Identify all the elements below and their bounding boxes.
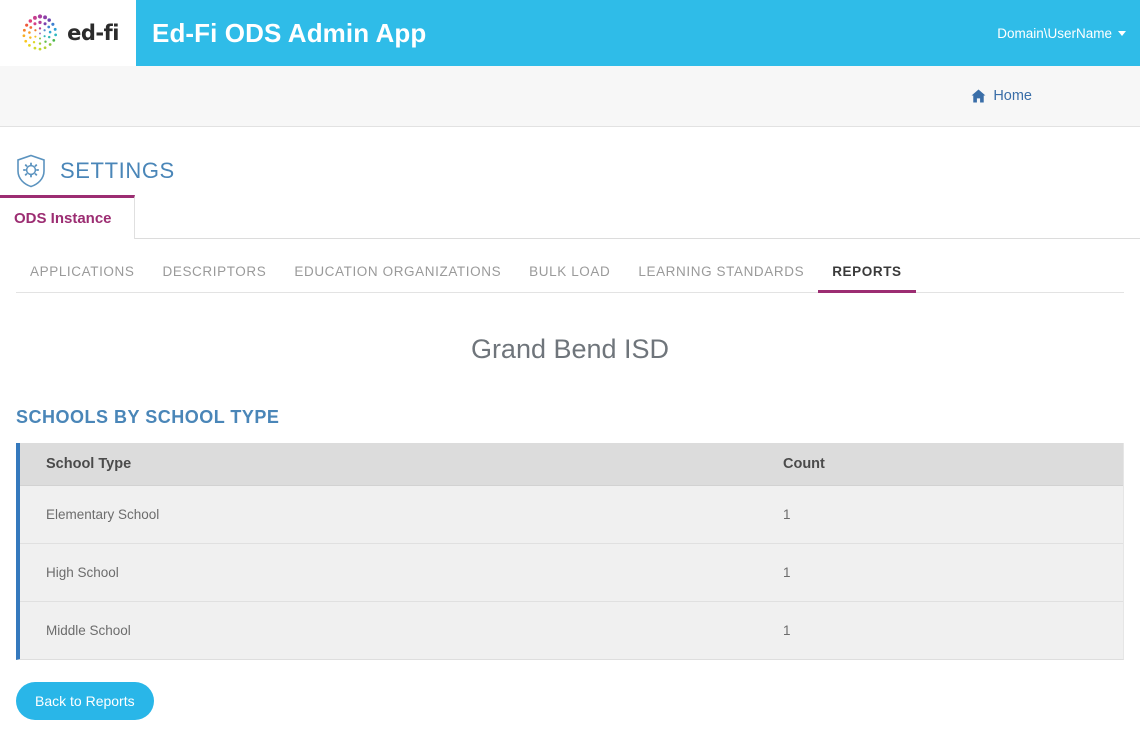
report-title: Grand Bend ISD: [470, 334, 670, 364]
report-section-title: SCHOOLS BY SCHOOL TYPE: [16, 407, 280, 427]
primary-tab-bar: ODS Instance: [0, 193, 1140, 239]
cell-school-type: Middle School: [20, 601, 773, 659]
table-header-row: School Type Count: [20, 443, 1123, 486]
tab-applications[interactable]: APPLICATIONS: [16, 264, 148, 293]
back-to-reports-button[interactable]: Back to Reports: [16, 682, 154, 720]
breadcrumb-home-link[interactable]: Home: [971, 88, 1032, 104]
shield-gear-icon: [17, 154, 45, 188]
chevron-down-icon: [1118, 31, 1126, 36]
schools-by-type-table: School Type Count Elementary School 1 Hi…: [20, 443, 1123, 659]
ed-fi-logo-icon: [22, 14, 58, 51]
tab-bulk-load[interactable]: BULK LOAD: [515, 264, 624, 293]
page-title: SETTINGS: [60, 158, 175, 183]
app-title: Ed-Fi ODS Admin App: [152, 17, 427, 48]
column-header-count: Count: [773, 443, 1123, 486]
app-header: ed-fi Ed-Fi ODS Admin App Domain\UserNam…: [0, 0, 1140, 66]
logo-wordmark: ed-fi: [67, 21, 119, 45]
tab-descriptors[interactable]: DESCRIPTORS: [148, 264, 280, 293]
report-actions: Back to Reports: [16, 682, 1140, 720]
cell-school-type: High School: [20, 543, 773, 602]
tab-ods-instance[interactable]: ODS Instance: [0, 195, 135, 239]
breadcrumb-bar: Home: [0, 66, 1140, 127]
tab-education-organizations[interactable]: EDUCATION ORGANIZATIONS: [280, 264, 515, 293]
table-row: Elementary School 1: [20, 485, 1123, 544]
cell-count: 1: [773, 543, 1123, 602]
user-menu[interactable]: Domain\UserName: [997, 26, 1126, 41]
brand-logo[interactable]: ed-fi: [0, 0, 136, 66]
cell-count: 1: [773, 485, 1123, 544]
page-heading: SETTINGS: [0, 127, 1140, 193]
user-menu-label: Domain\UserName: [997, 26, 1112, 41]
cell-school-type: Elementary School: [20, 485, 773, 544]
tab-reports[interactable]: REPORTS: [818, 264, 916, 293]
report-table-container: School Type Count Elementary School 1 Hi…: [16, 443, 1124, 660]
tab-learning-standards[interactable]: LEARNING STANDARDS: [624, 264, 818, 293]
home-icon: [971, 89, 986, 103]
table-row: Middle School 1: [20, 601, 1123, 659]
column-header-school-type: School Type: [20, 443, 773, 486]
table-row: High School 1: [20, 543, 1123, 602]
cell-count: 1: [773, 601, 1123, 659]
tab-ods-instance-label: ODS Instance: [14, 210, 112, 227]
secondary-tab-bar: APPLICATIONS DESCRIPTORS EDUCATION ORGAN…: [16, 257, 1124, 293]
breadcrumb-home-label: Home: [993, 88, 1032, 104]
